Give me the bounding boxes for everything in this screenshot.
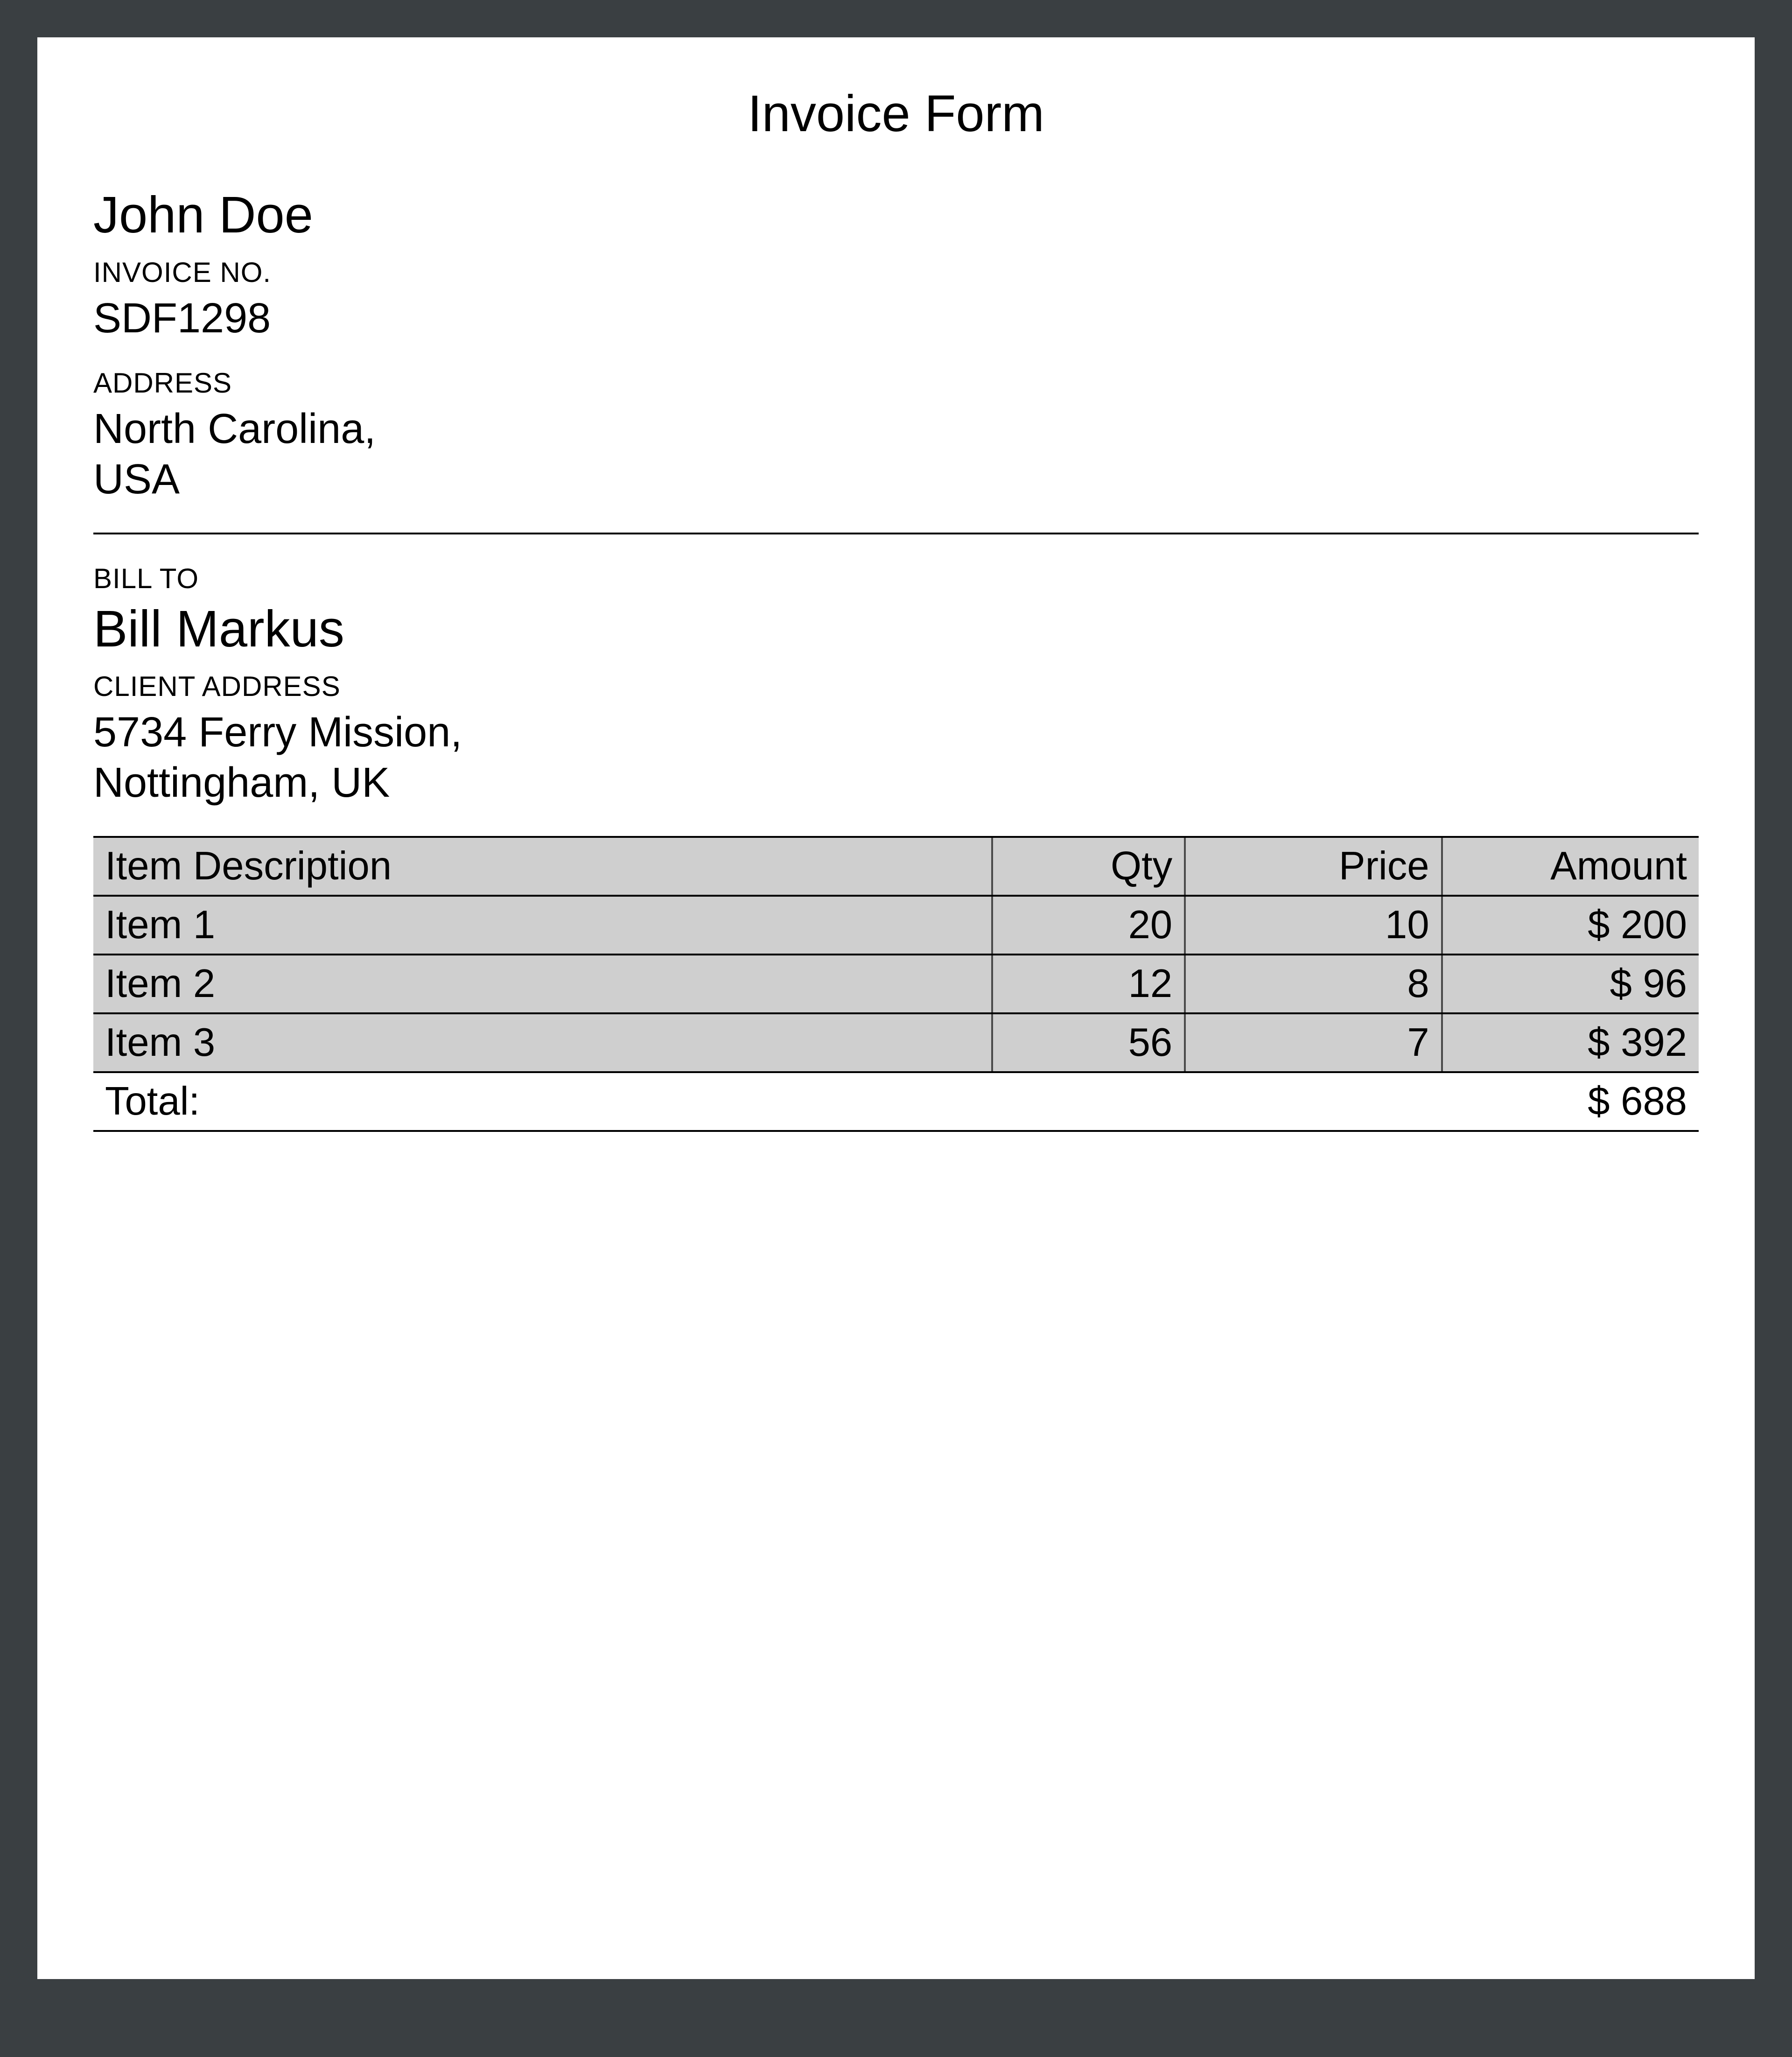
sender-section: John Doe INVOICE NO. SDF1298 ADDRESS Nor… bbox=[93, 185, 1699, 505]
header-qty: Qty bbox=[992, 837, 1185, 896]
page-title: Invoice Form bbox=[93, 84, 1699, 143]
table-header-row: Item Description Qty Price Amount bbox=[93, 837, 1699, 896]
cell-description: Item 2 bbox=[93, 955, 992, 1013]
address-value: North Carolina, USA bbox=[93, 404, 1699, 505]
client-address-label: CLIENT ADDRESS bbox=[93, 670, 1699, 702]
sender-name: John Doe bbox=[93, 185, 1699, 245]
client-address-value: 5734 Ferry Mission, Nottingham, UK bbox=[93, 707, 1699, 808]
invoice-no-value: SDF1298 bbox=[93, 293, 1699, 344]
cell-amount: $ 96 bbox=[1442, 955, 1699, 1013]
cell-amount: $ 200 bbox=[1442, 896, 1699, 955]
table-row: Item 1 20 10 $ 200 bbox=[93, 896, 1699, 955]
table-row: Item 3 56 7 $ 392 bbox=[93, 1013, 1699, 1072]
header-amount: Amount bbox=[1442, 837, 1699, 896]
invoice-page: Invoice Form John Doe INVOICE NO. SDF129… bbox=[28, 28, 1764, 1988]
cell-qty: 56 bbox=[992, 1013, 1185, 1072]
cell-qty: 20 bbox=[992, 896, 1185, 955]
cell-price: 10 bbox=[1185, 896, 1442, 955]
table-row: Item 2 12 8 $ 96 bbox=[93, 955, 1699, 1013]
cell-price: 7 bbox=[1185, 1013, 1442, 1072]
header-description: Item Description bbox=[93, 837, 992, 896]
invoice-no-label: INVOICE NO. bbox=[93, 256, 1699, 288]
billto-section: BILL TO Bill Markus CLIENT ADDRESS 5734 … bbox=[93, 562, 1699, 808]
cell-amount: $ 392 bbox=[1442, 1013, 1699, 1072]
cell-description: Item 1 bbox=[93, 896, 992, 955]
section-divider bbox=[93, 533, 1699, 534]
cell-description: Item 3 bbox=[93, 1013, 992, 1072]
cell-qty: 12 bbox=[992, 955, 1185, 1013]
address-label: ADDRESS bbox=[93, 367, 1699, 399]
bill-to-name: Bill Markus bbox=[93, 599, 1699, 659]
table-total-row: Total: $ 688 bbox=[93, 1072, 1699, 1131]
header-price: Price bbox=[1185, 837, 1442, 896]
total-label: Total: bbox=[93, 1072, 1442, 1131]
items-table: Item Description Qty Price Amount Item 1… bbox=[93, 836, 1699, 1132]
total-amount: $ 688 bbox=[1442, 1072, 1699, 1131]
cell-price: 8 bbox=[1185, 955, 1442, 1013]
bill-to-label: BILL TO bbox=[93, 562, 1699, 595]
